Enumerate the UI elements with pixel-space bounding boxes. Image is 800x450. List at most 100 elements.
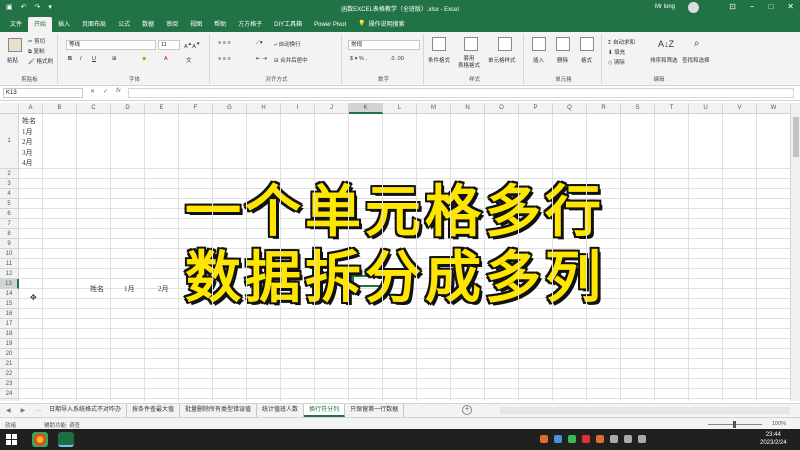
format-cells-icon[interactable]: [580, 37, 594, 51]
accessibility-status[interactable]: 辅助功能: 调查: [44, 421, 80, 429]
autosum-button[interactable]: Σ 自动求和: [608, 38, 635, 46]
column-header[interactable]: L: [383, 103, 417, 114]
ribbon-tab[interactable]: 公式: [112, 17, 136, 32]
conditional-format-button[interactable]: 条件格式: [428, 56, 450, 64]
delete-button[interactable]: 删除: [557, 56, 568, 64]
ribbon-tab[interactable]: 审阅: [160, 17, 184, 32]
delete-cells-icon[interactable]: [556, 37, 570, 51]
zoom-slider[interactable]: [700, 421, 770, 428]
column-header[interactable]: M: [417, 103, 451, 114]
tray-app-icon[interactable]: [568, 435, 576, 443]
formula-input[interactable]: [128, 88, 794, 98]
conditional-format-icon[interactable]: [432, 37, 446, 51]
column-header[interactable]: O: [485, 103, 519, 114]
font-size-select[interactable]: 11: [158, 40, 180, 50]
column-header[interactable]: I: [281, 103, 315, 114]
avatar[interactable]: [688, 2, 699, 13]
column-header[interactable]: N: [451, 103, 485, 114]
tray-app-icon[interactable]: [596, 435, 604, 443]
ribbon-tab[interactable]: 帮助: [208, 17, 232, 32]
network-icon[interactable]: [624, 435, 632, 443]
zoom-level[interactable]: 100%: [772, 421, 786, 427]
ribbon-tab[interactable]: 开始: [28, 17, 53, 32]
select-all-corner[interactable]: [0, 103, 19, 114]
ribbon-tab[interactable]: 视图: [184, 17, 208, 32]
next-sheet-icon[interactable]: ▶: [21, 407, 26, 414]
column-header[interactable]: J: [315, 103, 349, 114]
bold-icon[interactable]: B: [68, 56, 72, 62]
column-header[interactable]: R: [587, 103, 621, 114]
tray-app-icon[interactable]: [582, 435, 590, 443]
ribbon-tab[interactable]: 💡 操作说明搜索: [352, 17, 411, 32]
indent-icon[interactable]: ⇤ ⇥: [256, 56, 267, 62]
enter-icon[interactable]: ✓: [103, 88, 108, 95]
align-left-icon[interactable]: ≡ ≡ ≡: [218, 56, 231, 62]
sheet-tab[interactable]: 换行符分列: [304, 404, 346, 417]
paste-button[interactable]: 粘贴: [7, 56, 18, 64]
row-header[interactable]: 1: [0, 114, 19, 169]
column-header[interactable]: C: [77, 103, 111, 114]
cell-styles-icon[interactable]: [498, 37, 512, 51]
sort-filter-icon[interactable]: A↓Z: [658, 39, 674, 49]
cancel-icon[interactable]: ✕: [90, 88, 95, 95]
tray-app-icon[interactable]: [610, 435, 618, 443]
column-header[interactable]: K: [349, 103, 383, 114]
column-header[interactable]: V: [723, 103, 757, 114]
table-format-icon[interactable]: [464, 37, 478, 51]
sheet-tab[interactable]: 只保留第一行数据: [345, 404, 405, 417]
currency-icon[interactable]: $ ▾ % ,: [350, 56, 367, 62]
volume-icon[interactable]: [638, 435, 646, 443]
grow-font-icon[interactable]: A▲A▼: [184, 41, 200, 50]
sheet-tab[interactable]: 统计值班人数: [257, 404, 305, 417]
italic-icon[interactable]: I: [80, 56, 82, 62]
maximize-icon[interactable]: □: [768, 2, 773, 11]
sheet-tab[interactable]: 批量删除所有类型错误值: [180, 404, 258, 417]
undo-icon[interactable]: ↶: [21, 3, 27, 11]
ribbon-tab[interactable]: 文件: [4, 17, 28, 32]
fx-icon[interactable]: fx: [116, 88, 121, 95]
column-header[interactable]: S: [621, 103, 655, 114]
minimize-icon[interactable]: −: [750, 2, 755, 11]
cell-styles-button[interactable]: 单元格样式: [488, 56, 516, 64]
name-box[interactable]: K13: [3, 88, 83, 98]
windows-start-icon[interactable]: [6, 434, 17, 445]
find-select-button[interactable]: 查找和选择: [682, 56, 710, 64]
prev-sheet-icon[interactable]: ◀: [6, 407, 11, 414]
column-header[interactable]: D: [111, 103, 145, 114]
format-button[interactable]: 格式: [581, 56, 592, 64]
wrap-text-button[interactable]: ⤶ 自动换行: [274, 40, 301, 49]
taskbar-clock[interactable]: 23:44 2023/2/24: [760, 431, 787, 447]
column-header[interactable]: H: [247, 103, 281, 114]
table-format-button[interactable]: 套用 表格格式: [458, 56, 480, 70]
scroll-thumb[interactable]: [793, 117, 799, 157]
row-header[interactable]: 22: [0, 369, 19, 379]
column-header[interactable]: E: [145, 103, 179, 114]
row-header[interactable]: 18: [0, 329, 19, 339]
row-header[interactable]: 20: [0, 349, 19, 359]
paste-icon[interactable]: [8, 38, 22, 52]
insert-cells-icon[interactable]: [532, 37, 546, 51]
column-header[interactable]: B: [43, 103, 77, 114]
tray-app-icon[interactable]: [554, 435, 562, 443]
orientation-icon[interactable]: ⟋▾: [256, 40, 263, 47]
add-sheet-icon[interactable]: +: [462, 405, 472, 415]
row-header[interactable]: 25: [0, 399, 19, 401]
cut-button[interactable]: ✂ 剪切: [28, 37, 45, 45]
merge-center-button[interactable]: ⊟ 合并后居中: [274, 56, 308, 64]
user-name[interactable]: Mr long: [655, 4, 675, 10]
number-format-select[interactable]: 常规: [348, 40, 420, 50]
cell-a1[interactable]: 姓名 1月 2月 3月 4月: [22, 116, 36, 169]
chrome-icon[interactable]: [32, 432, 48, 447]
customize-icon[interactable]: ▾: [48, 3, 52, 11]
row-header[interactable]: 17: [0, 319, 19, 329]
save-icon[interactable]: ▣: [6, 3, 13, 11]
column-header[interactable]: P: [519, 103, 553, 114]
sheet-tab[interactable]: 日期导入系统格式不对咋办: [44, 404, 128, 417]
row-header[interactable]: 24: [0, 389, 19, 399]
column-header[interactable]: F: [179, 103, 213, 114]
column-header[interactable]: A: [19, 103, 43, 114]
zoom-knob[interactable]: [733, 421, 736, 428]
column-header[interactable]: G: [213, 103, 247, 114]
underline-icon[interactable]: U: [92, 56, 96, 62]
row-header[interactable]: 19: [0, 339, 19, 349]
